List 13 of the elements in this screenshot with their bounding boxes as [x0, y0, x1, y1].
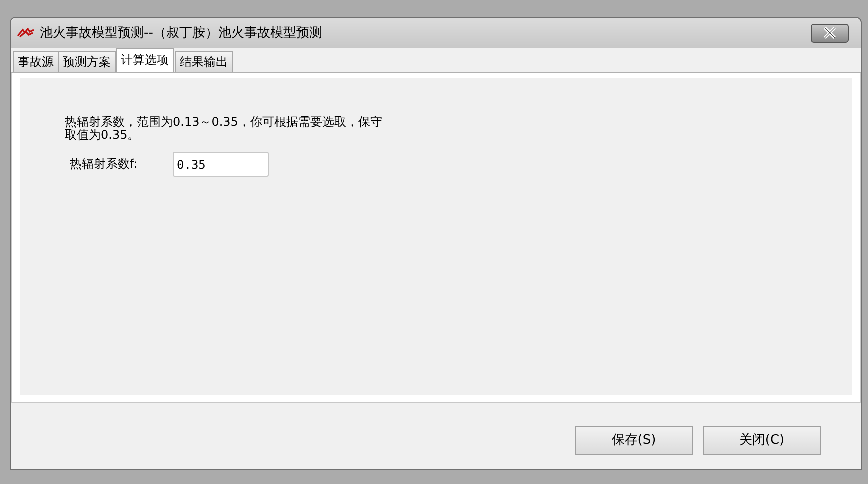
window-title: 池火事故模型预测--（叔丁胺）池火事故模型预测	[40, 25, 324, 42]
dialog-button[interactable]: 保存(S)	[575, 426, 693, 454]
coefficient-field[interactable]: 0.35	[173, 152, 269, 177]
tab[interactable]: 事故源	[13, 51, 59, 72]
tab[interactable]: 计算选项	[116, 48, 174, 72]
close-icon	[822, 27, 838, 39]
coefficient-label: 热辐射系数f:	[70, 156, 139, 173]
dialog-button[interactable]: 关闭(C)	[703, 426, 821, 454]
description-text: 热辐射系数，范围为0.13～0.35，你可根据需要选取，保守取值为0.35。	[65, 116, 384, 142]
logo-icon	[17, 28, 35, 38]
tab[interactable]: 结果输出	[175, 51, 233, 72]
close-button[interactable]	[811, 24, 849, 42]
tab[interactable]: 预测方案	[58, 51, 116, 72]
